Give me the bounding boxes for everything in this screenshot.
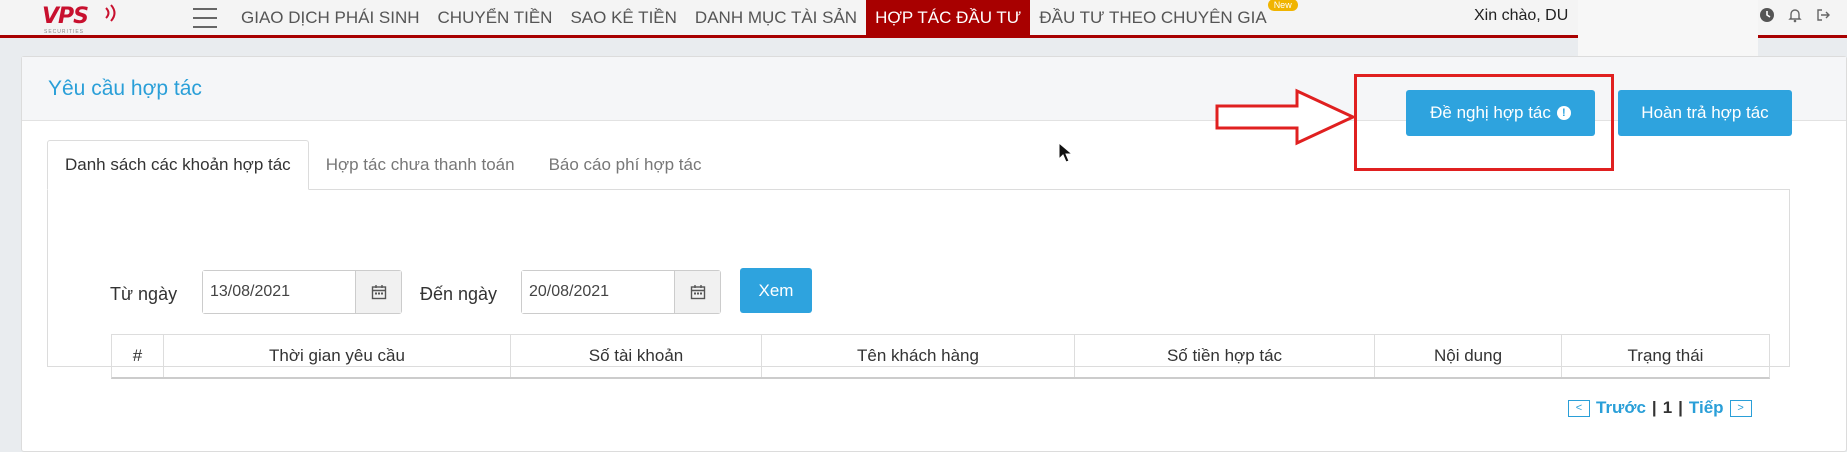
tab-cooperation-list[interactable]: Danh sách các khoản hợp tác <box>47 140 309 190</box>
main-menu: GIAO DỊCH PHÁI SINH CHUYỂN TIỀN SAO KÊ T… <box>232 0 1298 35</box>
nav-item-portfolio[interactable]: DANH MỤC TÀI SẢN <box>686 0 866 35</box>
info-icon: ! <box>1556 106 1571 120</box>
column-header-request-time: Thời gian yêu cầu <box>164 335 511 377</box>
bell-icon[interactable] <box>1786 6 1804 24</box>
page-separator: | <box>1651 398 1657 417</box>
signal-waves-icon <box>105 4 116 22</box>
nav-item-investment-cooperation[interactable]: HỢP TÁC ĐẦU TƯ <box>866 0 1031 35</box>
cooperation-table-header: # Thời gian yêu cầu Số tài khoản Tên khá… <box>111 334 1770 379</box>
from-date-group <box>202 270 402 314</box>
logo-subtext: SECURITIES <box>44 29 85 35</box>
column-header-cooperation-amount: Số tiền hợp tác <box>1075 335 1375 377</box>
logout-icon[interactable] <box>1814 6 1832 24</box>
user-greeting: Xin chào, DU <box>1474 7 1569 24</box>
nav-icon-group <box>1758 6 1832 24</box>
masked-area <box>1578 0 1758 56</box>
vps-logo[interactable]: VPS SECURITIES <box>40 2 120 36</box>
mouse-pointer-icon <box>1058 142 1074 163</box>
column-header-account-number: Số tài khoản <box>511 335 762 377</box>
view-button[interactable]: Xem <box>740 268 812 313</box>
tab-bar: Danh sách các khoản hợp tác Hợp tác chưa… <box>47 138 718 190</box>
column-header-index: # <box>112 335 164 377</box>
page-separator: | <box>1678 398 1683 417</box>
return-cooperation-button[interactable]: Hoàn trả hợp tác <box>1618 90 1792 136</box>
calendar-icon[interactable] <box>674 271 720 313</box>
column-header-status: Trạng thái <box>1627 346 1704 365</box>
tab-fee-report[interactable]: Báo cáo phí hợp tác <box>532 140 719 190</box>
nav-item-expert-investing[interactable]: ĐẦU TƯ THEO CHUYÊN GIA New <box>1030 0 1298 35</box>
to-date-input[interactable] <box>522 271 674 313</box>
column-header-customer-name: Tên khách hàng <box>762 335 1075 377</box>
red-arrow-annotation <box>1215 88 1357 146</box>
new-badge: New <box>1267 0 1298 11</box>
next-page-link[interactable]: Tiếp <box>1689 398 1724 418</box>
menu-icon[interactable] <box>193 8 217 28</box>
prev-page-link[interactable]: Trước <box>1596 398 1646 418</box>
from-date-label: Từ ngày <box>110 284 178 304</box>
next-page-icon[interactable]: > <box>1729 399 1752 417</box>
clock-icon[interactable] <box>1758 6 1776 24</box>
column-header-content: Nội dung <box>1375 335 1562 377</box>
calendar-icon[interactable] <box>355 271 401 313</box>
tab-unpaid-cooperation[interactable]: Hợp tác chưa thanh toán <box>309 140 532 190</box>
nav-item-statement[interactable]: SAO KÊ TIỀN <box>561 0 685 35</box>
from-date-input[interactable] <box>203 271 355 313</box>
logo-text: VPS <box>42 4 89 29</box>
propose-cooperation-button[interactable]: Đề nghị hợp tác ! <box>1406 90 1595 136</box>
prev-page-icon[interactable]: < <box>1568 399 1590 417</box>
to-date-label: Đến ngày <box>420 284 498 304</box>
nav-item-expert-label: ĐẦU TƯ THEO CHUYÊN GIA <box>1039 7 1267 27</box>
current-page: 1 <box>1662 398 1673 417</box>
to-date-group <box>521 270 721 314</box>
nav-item-derivatives[interactable]: GIAO DỊCH PHÁI SINH <box>232 0 429 35</box>
top-navbar: VPS SECURITIES GIAO DỊCH PHÁI SINH CHUYỂ… <box>0 0 1847 38</box>
propose-cooperation-label: Đề nghị hợp tác <box>1430 103 1551 122</box>
nav-item-transfer[interactable]: CHUYỂN TIỀN <box>429 0 562 35</box>
pagination: < Trước | 1 | Tiếp > <box>1568 398 1752 418</box>
